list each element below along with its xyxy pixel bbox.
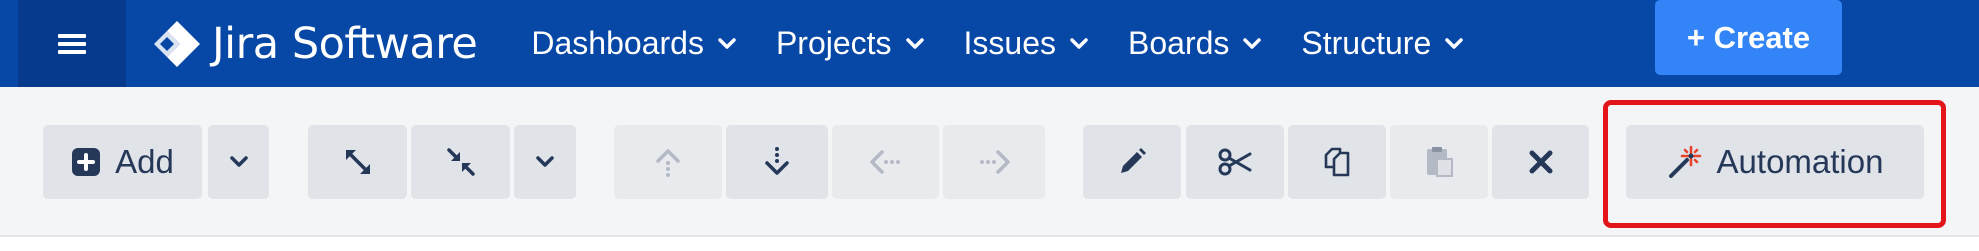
edit-button[interactable] (1083, 125, 1181, 199)
nav-label: Projects (775, 25, 892, 61)
cut-button[interactable] (1186, 125, 1284, 199)
move-left-button[interactable] (832, 125, 939, 199)
move-up-button[interactable] (614, 125, 722, 199)
nav-structure[interactable]: Structure (1281, 0, 1483, 87)
nav-boards[interactable]: Boards (1108, 0, 1281, 87)
nav-dashboards[interactable]: Dashboards (511, 0, 756, 87)
nav-label: Dashboards (531, 25, 704, 61)
add-label: Add (115, 143, 174, 180)
plus-square-icon (72, 148, 101, 176)
chevron-down-icon (1445, 37, 1463, 49)
expand-icon (345, 150, 370, 174)
main-nav: Dashboards Projects Issues Boards Struct… (511, 0, 1483, 87)
pencil-icon (1121, 148, 1146, 173)
app-name: Jira Software (212, 18, 478, 69)
remove-button[interactable] (1492, 125, 1589, 199)
top-navigation-bar: Jira Software Dashboards Projects Issues… (0, 0, 1979, 87)
expand-button[interactable] (308, 125, 407, 199)
paste-icon (1427, 147, 1453, 177)
nav-label: Boards (1128, 25, 1230, 61)
scissors-icon (1218, 148, 1252, 176)
move-left-icon (869, 150, 900, 174)
create-button[interactable]: + Create (1655, 0, 1842, 75)
chevron-down-icon (718, 37, 736, 49)
nav-issues[interactable]: Issues (944, 0, 1108, 87)
chevron-down-icon (536, 156, 554, 167)
move-right-icon (980, 150, 1010, 174)
move-down-icon (765, 147, 789, 175)
copy-button[interactable] (1288, 125, 1386, 199)
jira-logo-icon (154, 20, 200, 67)
expand-options-dropdown[interactable] (514, 125, 576, 199)
collapse-button[interactable] (411, 125, 510, 199)
close-icon (1529, 150, 1552, 174)
highlight-annotation (1603, 100, 1946, 228)
paste-button[interactable] (1390, 125, 1488, 199)
chevron-down-icon (1243, 37, 1262, 49)
move-up-icon (656, 149, 680, 177)
chevron-down-icon (229, 156, 248, 167)
app-switcher-button[interactable] (18, 0, 126, 87)
chevron-down-icon (1070, 37, 1088, 49)
chevron-down-icon (905, 37, 924, 49)
nav-label: Structure (1301, 25, 1432, 61)
move-down-button[interactable] (726, 125, 828, 199)
jira-logo[interactable]: Jira Software (152, 0, 478, 87)
nav-label: Issues (963, 25, 1057, 61)
nav-projects[interactable]: Projects (756, 0, 944, 87)
copy-icon (1324, 147, 1350, 177)
add-button[interactable]: Add (43, 125, 202, 199)
hamburger-menu-icon (58, 33, 86, 54)
add-options-dropdown[interactable] (208, 125, 269, 199)
collapse-icon (446, 148, 475, 176)
move-right-button[interactable] (943, 125, 1045, 199)
